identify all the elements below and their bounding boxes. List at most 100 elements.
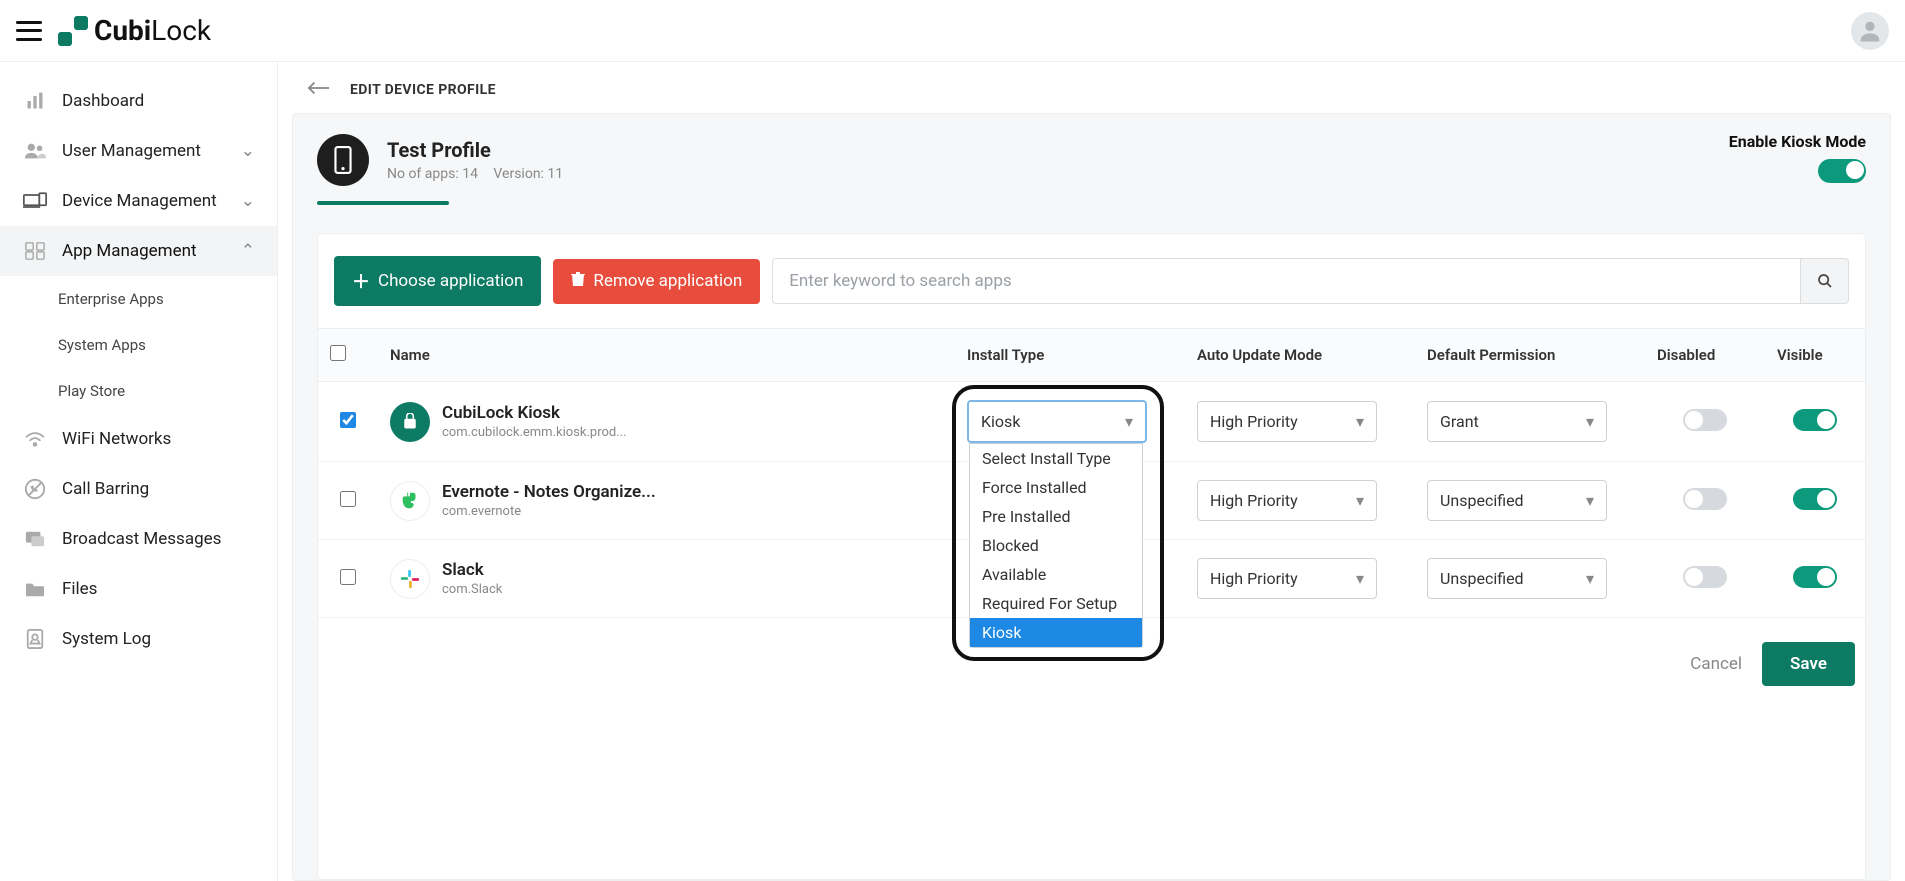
logo-text-b: Lock [151,14,211,47]
topbar: CubiLock [0,0,1905,62]
remove-application-button[interactable]: Remove application [553,259,760,304]
cancel-button[interactable]: Cancel [1690,654,1742,674]
sidebar: Dashboard User Management ⌄ Device Manag… [0,62,278,881]
sidebar-sub-system-apps[interactable]: System Apps [0,322,277,368]
search-input[interactable] [772,258,1801,304]
apps-panel: ＋ Choose application Remove application [317,233,1866,880]
search-button[interactable] [1801,258,1849,304]
folder-icon [22,578,48,600]
install-type-dropdown[interactable]: Kiosk ▾ Select Install Type Force Instal… [967,400,1147,443]
sidebar-item-call-barring[interactable]: Call Barring [0,464,277,514]
auto-update-dropdown[interactable]: High Priority ▾ [1197,558,1377,599]
sidebar-item-system-log[interactable]: System Log [0,614,277,664]
sidebar-item-files[interactable]: Files [0,564,277,614]
sidebar-item-label: WiFi Networks [62,429,171,449]
visible-toggle[interactable] [1793,566,1837,588]
app-name: Slack [442,560,502,580]
profile-apps-count: No of apps: 14 [387,166,478,182]
disabled-toggle[interactable] [1683,409,1727,431]
chevron-up-icon: ⌃ [241,241,255,261]
app-package: com.cubilock.emm.kiosk.prod... [442,425,627,440]
auto-update-dropdown[interactable]: High Priority ▾ [1197,401,1377,442]
app-name: Evernote - Notes Organize... [442,482,656,502]
visible-toggle[interactable] [1793,488,1837,510]
back-arrow-icon[interactable] [308,80,330,99]
trash-icon [571,271,585,292]
install-type-menu: Select Install Type Force Installed Pre … [969,443,1143,648]
sidebar-item-label: Call Barring [62,479,149,499]
chevron-down-icon: ⌄ [241,141,255,161]
select-all-checkbox[interactable] [330,345,346,361]
permission-dropdown[interactable]: Unspecified ▾ [1427,480,1607,521]
install-option[interactable]: Pre Installed [970,502,1142,531]
caret-down-icon: ▾ [1356,491,1364,510]
app-name: CubiLock Kiosk [442,403,627,423]
app-icon-cubilock [390,402,430,442]
install-option[interactable]: Required For Setup [970,589,1142,618]
profile-card: Test Profile No of apps: 14 Version: 11 … [292,113,1891,881]
sidebar-item-broadcast[interactable]: Broadcast Messages [0,514,277,564]
wifi-icon [22,428,48,450]
plus-icon: ＋ [352,268,370,294]
main: EDIT DEVICE PROFILE Test Profile No of a… [278,62,1905,881]
row-checkbox[interactable] [340,491,356,507]
row-checkbox[interactable] [340,569,356,585]
sidebar-item-label: Files [62,579,97,599]
user-icon [1856,17,1884,45]
auto-update-dropdown[interactable]: High Priority ▾ [1197,480,1377,521]
apps-table: Name Install Type Auto Update Mode Defau… [318,328,1865,618]
caret-down-icon: ▾ [1356,412,1364,431]
chevron-down-icon: ⌄ [241,191,255,211]
logo-mark-icon [58,16,88,46]
col-name: Name [378,329,955,382]
kiosk-mode-toggle[interactable] [1818,159,1866,183]
sidebar-item-label: Broadcast Messages [62,529,221,549]
caret-down-icon: ▾ [1125,412,1133,431]
install-option[interactable]: Available [970,560,1142,589]
install-option[interactable]: Select Install Type [970,444,1142,473]
choose-application-button[interactable]: ＋ Choose application [334,256,541,306]
disabled-toggle[interactable] [1683,566,1727,588]
save-button[interactable]: Save [1762,642,1855,686]
permission-dropdown[interactable]: Unspecified ▾ [1427,558,1607,599]
phone-block-icon [22,478,48,500]
profile-title: Test Profile [387,138,563,162]
row-checkbox[interactable] [340,412,356,428]
active-tab-indicator [317,201,449,205]
sidebar-item-app-management[interactable]: App Management ⌃ [0,226,277,276]
sidebar-sub-play-store[interactable]: Play Store [0,368,277,414]
users-icon [22,140,48,162]
sidebar-sub-enterprise-apps[interactable]: Enterprise Apps [0,276,277,322]
sidebar-item-label: Device Management [62,191,217,211]
sidebar-item-user-management[interactable]: User Management ⌄ [0,126,277,176]
col-visible: Visible [1765,329,1865,382]
sidebar-item-dashboard[interactable]: Dashboard [0,76,277,126]
sidebar-item-label: User Management [62,141,201,161]
install-option[interactable]: Force Installed [970,473,1142,502]
breadcrumb: EDIT DEVICE PROFILE [350,82,496,98]
col-disabled: Disabled [1645,329,1765,382]
app-icon-slack [390,559,430,599]
col-perm: Default Permission [1415,329,1645,382]
sidebar-item-wifi[interactable]: WiFi Networks [0,414,277,464]
logo[interactable]: CubiLock [58,14,211,47]
app-package: com.evernote [442,504,656,519]
install-option[interactable]: Blocked [970,531,1142,560]
visible-toggle[interactable] [1793,409,1837,431]
app-package: com.Slack [442,582,502,597]
logo-text-a: Cubi [94,14,151,47]
permission-dropdown[interactable]: Grant ▾ [1427,401,1607,442]
caret-down-icon: ▾ [1586,412,1594,431]
log-icon [22,628,48,650]
table-row: CubiLock Kiosk com.cubilock.emm.kiosk.pr… [318,382,1865,462]
sidebar-item-label: App Management [62,241,197,261]
disabled-toggle[interactable] [1683,488,1727,510]
search-icon [1817,273,1833,289]
kiosk-mode-label: Enable Kiosk Mode [1729,132,1866,151]
col-install: Install Type [955,329,1185,382]
hamburger-menu-icon[interactable] [16,21,42,41]
sidebar-item-device-management[interactable]: Device Management ⌄ [0,176,277,226]
install-option-selected[interactable]: Kiosk [970,618,1142,647]
avatar[interactable] [1851,12,1889,50]
col-update: Auto Update Mode [1185,329,1415,382]
